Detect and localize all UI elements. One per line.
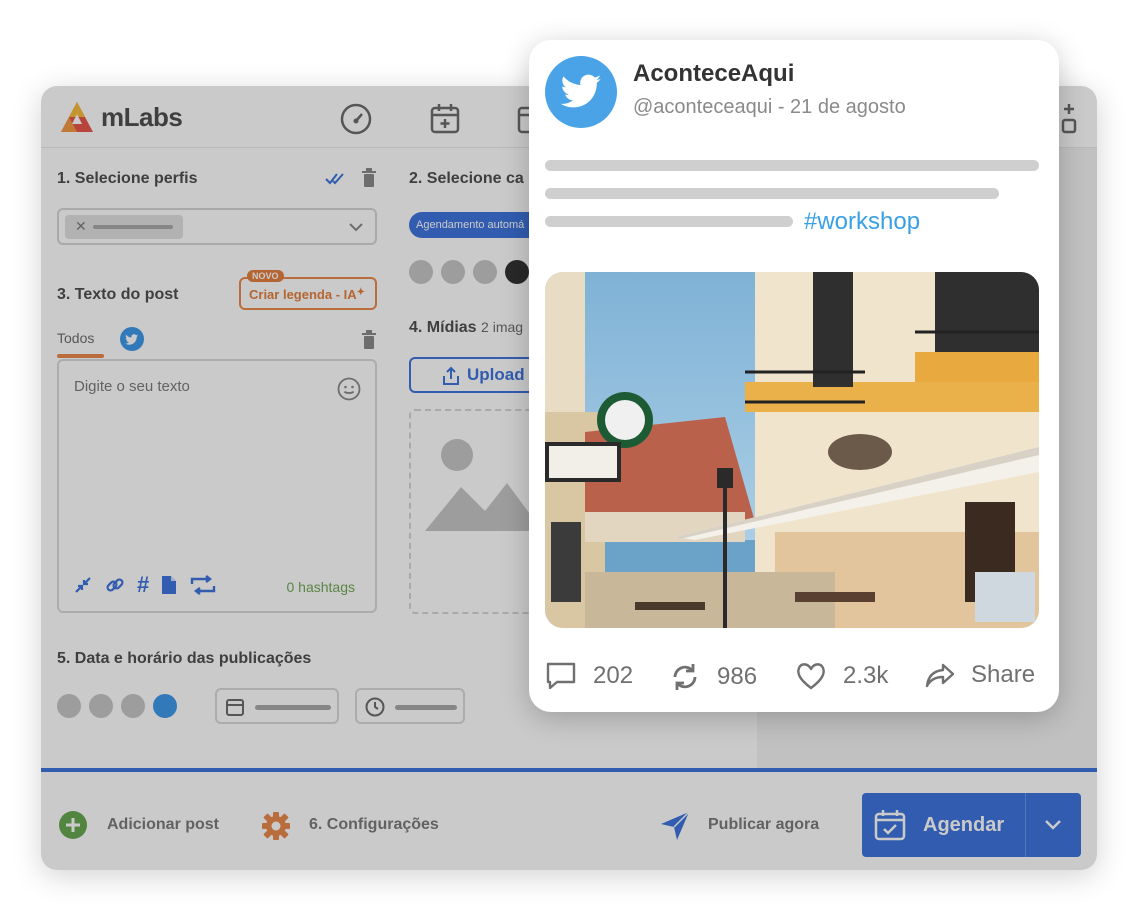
text-line-placeholder (545, 216, 793, 227)
street-photo (545, 272, 1039, 628)
heart-icon (797, 663, 825, 690)
tweet-author-name: AconteceAqui (633, 60, 795, 87)
share-action[interactable]: Share (925, 661, 1035, 689)
tweet-photo (545, 272, 1039, 628)
reply-count: 202 (593, 662, 634, 689)
share-icon (925, 663, 955, 688)
text-line-placeholder (545, 160, 1039, 171)
retweet-icon (673, 664, 697, 690)
reply-action[interactable]: 202 (545, 661, 633, 691)
tweet-actions: 202 986 2.3k Share (545, 661, 1045, 695)
reply-icon (546, 662, 576, 690)
tweet-preview-card: AconteceAqui @aconteceaqui - 21 de agost… (529, 40, 1059, 712)
tweet-author-handle: @aconteceaqui - 21 de agosto (633, 96, 906, 118)
retweet-count: 986 (717, 663, 758, 690)
share-label: Share (971, 661, 1036, 688)
like-action[interactable]: 2.3k (795, 661, 888, 691)
like-count: 2.3k (843, 662, 889, 689)
retweet-action[interactable]: 986 (669, 661, 757, 693)
tweet-hashtag[interactable]: #workshop (804, 208, 920, 236)
twitter-avatar (545, 56, 617, 128)
text-line-placeholder (545, 188, 999, 199)
twitter-bird-icon (560, 74, 602, 108)
